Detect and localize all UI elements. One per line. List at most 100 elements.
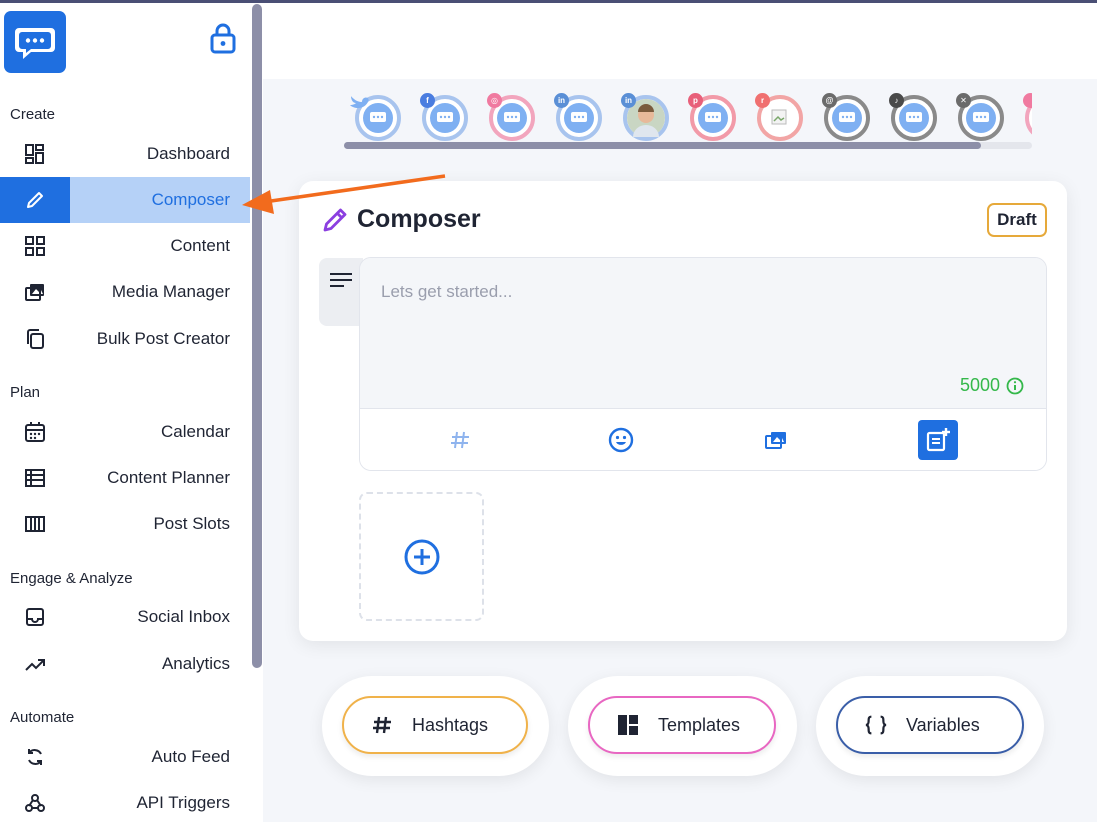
pencil-icon: [23, 188, 47, 212]
variables-label: Variables: [906, 714, 980, 735]
network-icon: [1023, 93, 1032, 108]
sidebar-item-composer[interactable]: Composer: [0, 177, 250, 223]
emoji-button[interactable]: [601, 420, 641, 460]
hashtag-icon: [451, 431, 469, 449]
sidebar-item-auto-feed[interactable]: Auto Feed: [0, 734, 250, 780]
sidebar-item-label: Analytics: [161, 654, 230, 673]
character-counter: 5000: [960, 375, 1024, 396]
editor-format-toggle[interactable]: [319, 258, 363, 326]
media-icon: [23, 280, 47, 304]
linkedin-icon: in: [554, 93, 569, 108]
emoji-icon: [608, 427, 634, 453]
x-icon: ✕: [956, 93, 971, 108]
editor-placeholder: Lets get started...: [381, 282, 513, 301]
section-create: Create: [10, 106, 56, 123]
pinterest-icon: p: [688, 93, 703, 108]
refresh-icon: [23, 745, 47, 769]
sidebar-item-label: Media Manager: [111, 282, 230, 301]
media-button[interactable]: [756, 420, 796, 460]
braces-icon: [864, 713, 888, 737]
sidebar-item-analytics[interactable]: Analytics: [0, 641, 250, 687]
plus-circle-icon: [404, 539, 439, 574]
hashtags-button[interactable]: Hashtags: [342, 696, 528, 754]
sidebar-item-calendar[interactable]: Calendar: [0, 409, 250, 455]
info-icon[interactable]: [1006, 377, 1024, 395]
chat-bubble-icon: [899, 103, 929, 133]
chat-bubble-icon: [832, 103, 862, 133]
post-editor: Lets get started... 5000: [359, 257, 1047, 471]
templates-button[interactable]: Templates: [588, 696, 776, 754]
sidebar-item-label: Content: [170, 236, 230, 255]
sidebar: Create Dashboard Composer Content Media …: [0, 0, 250, 822]
dashboard-icon: [23, 142, 47, 166]
account-avatar-threads[interactable]: @: [822, 93, 870, 141]
account-avatar-tiktok[interactable]: ♪: [889, 93, 937, 141]
sidebar-item-label: Calendar: [161, 422, 230, 441]
account-avatar-instagram[interactable]: ◎: [487, 93, 535, 141]
sidebar-item-content[interactable]: Content: [0, 223, 250, 269]
annotation-arrow: [242, 174, 446, 214]
editor-toolbar: [360, 408, 1046, 470]
sidebar-item-label: Social Inbox: [137, 607, 230, 626]
sidebar-item-bulk-post-creator[interactable]: Bulk Post Creator: [0, 316, 250, 362]
hashtags-pill-container: Hashtags: [322, 676, 549, 776]
variables-button[interactable]: Variables: [836, 696, 1024, 754]
account-avatar-reddit[interactable]: r: [755, 93, 803, 141]
variables-pill-container: Variables: [816, 676, 1044, 776]
text-align-icon: [330, 273, 352, 287]
account-avatar-facebook[interactable]: f: [420, 93, 468, 141]
section-automate: Automate: [10, 709, 75, 726]
add-note-button[interactable]: [918, 420, 958, 460]
app-logo[interactable]: [4, 11, 66, 73]
sidebar-item-label: Bulk Post Creator: [96, 329, 230, 348]
chat-bubble-icon: [497, 103, 527, 133]
threads-icon: @: [822, 93, 837, 108]
account-avatar-x[interactable]: ✕: [956, 93, 1004, 141]
sidebar-item-label: Content Planner: [107, 468, 230, 487]
chat-bubble-icon: [430, 103, 460, 133]
add-media-button[interactable]: [359, 492, 484, 621]
account-avatar-linkedin-photo[interactable]: in: [621, 93, 669, 141]
sidebar-scrollbar[interactable]: [252, 4, 262, 668]
sidebar-item-api-triggers[interactable]: API Triggers: [0, 780, 250, 822]
sidebar-item-post-slots[interactable]: Post Slots: [0, 501, 250, 547]
sidebar-item-content-planner[interactable]: Content Planner: [0, 455, 250, 501]
sidebar-item-media-manager[interactable]: Media Manager: [0, 269, 250, 315]
character-limit: 5000: [959, 375, 1000, 395]
calendar-icon: [23, 420, 47, 444]
instagram-icon: ◎: [487, 93, 502, 108]
section-plan: Plan: [10, 384, 41, 401]
slots-icon: [23, 512, 47, 536]
templates-label: Templates: [658, 714, 741, 735]
sidebar-item-label: Dashboard: [146, 144, 230, 163]
hashtags-label: Hashtags: [412, 714, 489, 735]
account-avatar-partial[interactable]: [1023, 93, 1032, 141]
tiktok-icon: ♪: [889, 93, 904, 108]
account-avatar-pinterest[interactable]: p: [688, 93, 736, 141]
sidebar-item-label: Auto Feed: [151, 747, 230, 766]
chat-bubble-icon: [363, 103, 393, 133]
chat-bubble-icon: [698, 103, 728, 133]
templates-pill-container: Templates: [568, 676, 797, 776]
lock-icon[interactable]: [209, 22, 237, 54]
account-avatar-linkedin[interactable]: in: [554, 93, 602, 141]
linkedin-icon: in: [621, 93, 636, 108]
inbox-icon: [23, 605, 47, 629]
account-avatar-twitter[interactable]: [350, 95, 401, 141]
top-border: [0, 0, 1097, 3]
hashtag-button[interactable]: [440, 420, 480, 460]
account-strip-scrollbar[interactable]: [344, 142, 981, 149]
chat-bubble-icon: [966, 103, 996, 133]
sidebar-item-label: Composer: [151, 190, 230, 209]
sidebar-item-label: API Triggers: [136, 793, 230, 812]
trending-up-icon: [23, 652, 47, 676]
post-text-input[interactable]: Lets get started... 5000: [360, 258, 1046, 408]
table-icon: [23, 466, 47, 490]
account-selector: f ◎ in in p r @ ♪ ✕: [340, 90, 1032, 150]
status-badge: Draft: [987, 203, 1047, 237]
sidebar-item-social-inbox[interactable]: Social Inbox: [0, 594, 250, 640]
note-add-icon: [926, 428, 950, 452]
composer-card: Composer Draft Lets get started... 5000: [299, 181, 1067, 641]
webhook-icon: [23, 791, 47, 815]
sidebar-item-dashboard[interactable]: Dashboard: [0, 131, 250, 177]
